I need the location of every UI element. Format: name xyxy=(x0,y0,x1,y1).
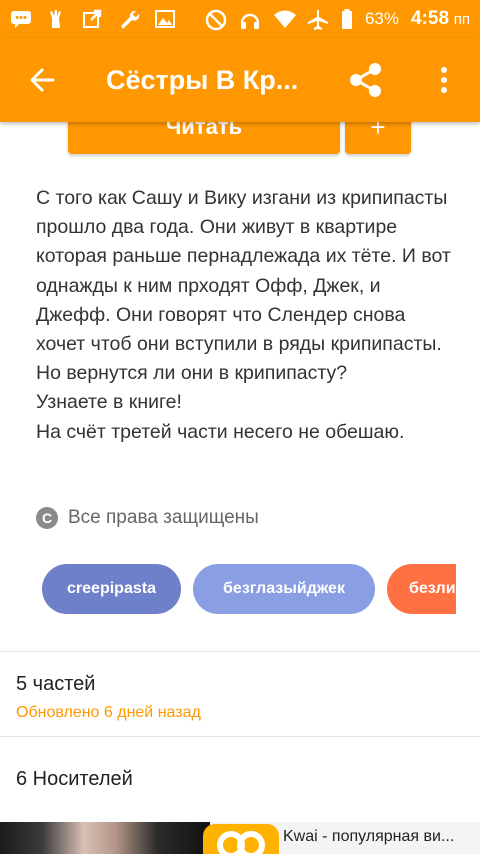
ad-image xyxy=(0,822,210,854)
more-vert-icon xyxy=(441,67,447,93)
kwai-logo-icon xyxy=(203,824,279,854)
airplane-icon xyxy=(307,9,329,30)
updated-label: Обновлено 6 дней назад xyxy=(16,704,201,721)
image-icon xyxy=(154,9,176,29)
divider xyxy=(0,651,480,652)
tag-chip[interactable]: безглазыйджек xyxy=(193,564,375,614)
story-description: С того как Сашу и Вику изгани из крипипа… xyxy=(36,187,451,443)
arrow-left-icon xyxy=(30,68,55,92)
forward-icon xyxy=(82,9,104,29)
copyright-icon: C xyxy=(36,507,58,529)
copyright-label: Все права защищены xyxy=(68,507,259,528)
share-icon xyxy=(350,63,381,97)
share-button[interactable] xyxy=(340,56,392,104)
divider xyxy=(0,736,480,737)
tag-chip[interactable]: creepipasta xyxy=(42,564,181,614)
system-icons: 63% 4:58 пп xyxy=(205,8,470,31)
notification-icons xyxy=(10,9,176,29)
media-count[interactable]: 6 Носителей xyxy=(16,768,133,791)
parts-count: 5 частей xyxy=(16,673,96,695)
tag-chip[interactable]: безликий xyxy=(387,564,456,614)
battery-icon xyxy=(341,9,353,29)
do-not-disturb-icon xyxy=(205,9,227,31)
copyright-row: C Все права защищены xyxy=(36,507,259,529)
hand-icon xyxy=(46,9,68,29)
more-options-button[interactable] xyxy=(424,56,464,104)
chat-icon xyxy=(10,9,32,29)
clock: 4:58 пп xyxy=(410,8,470,29)
app-bar: Сёстры В Кр... xyxy=(0,38,480,122)
wifi-icon xyxy=(273,9,296,29)
wrench-icon xyxy=(118,9,140,29)
tag-list: creepipasta безглазыйджек безликий xyxy=(42,564,456,616)
ad-text: Kwai - популярная ви... xyxy=(283,828,455,845)
status-bar: 63% 4:58 пп xyxy=(0,0,480,38)
page-title: Сёстры В Кр... xyxy=(106,64,299,95)
headphones-icon xyxy=(239,9,261,29)
ad-banner[interactable]: Kwai - популярная ви... xyxy=(0,822,480,854)
back-button[interactable] xyxy=(0,38,84,122)
battery-percent: 63% xyxy=(364,9,399,28)
